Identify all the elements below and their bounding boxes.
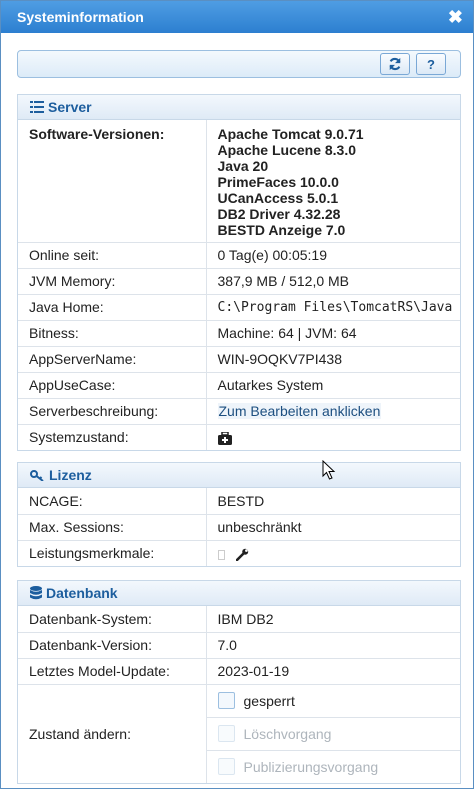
db-system-value: IBM DB2 [217, 610, 274, 627]
software-version: UCanAccess 5.0.1 [217, 190, 339, 206]
max-sessions-value: unbeschränkt [206, 513, 460, 540]
table-row: Bitness: Machine: 64 | JVM: 64 [18, 319, 460, 346]
table-row: Serverbeschreibung: Zum Bearbeiten ankli… [18, 397, 460, 424]
server-description-cell: Zum Bearbeiten anklicken [206, 397, 460, 424]
table-row: Leistungsmerkmale: [18, 539, 460, 566]
license-panel: Lizenz NCAGE: BESTD Max. Sessions: unbes… [17, 462, 461, 567]
database-panel: Datenbank Datenbank-System: IBM DB2 Date… [17, 580, 461, 784]
locked-checkbox[interactable] [217, 692, 235, 709]
features-label: Leistungsmerkmale: [18, 539, 207, 566]
software-version: Java 20 [217, 158, 269, 174]
deletion-checkbox [217, 725, 235, 742]
server-description-edit[interactable]: Zum Bearbeiten anklicken [217, 403, 382, 419]
online-since-label: Online seit: [18, 241, 207, 268]
table-row: Online seit: 0 Tag(e) 00:05:19 [18, 241, 460, 268]
online-since-value: 0 Tag(e) 00:05:19 [206, 241, 460, 268]
app-use-case-value: Autarkes System [206, 371, 460, 398]
medkit-icon[interactable] [217, 431, 232, 446]
server-panel: Server Software-Versionen: Apache Tomcat… [17, 94, 461, 451]
publishing-checkbox-label: Publizierungsvorgang [243, 758, 379, 775]
table-row: Systemzustand: [18, 423, 460, 450]
license-panel-title: Lizenz [49, 467, 92, 483]
table-row: JVM Memory: 387,9 MB / 512,0 MB [18, 267, 460, 294]
refresh-icon [389, 57, 401, 71]
db-system-label: Datenbank-System: [18, 606, 207, 632]
table-row: Zustand ändern: gesperrt Löschvorgang Pu… [18, 683, 461, 783]
mouse-cursor-icon [322, 460, 336, 480]
server-table: Software-Versionen: Apache Tomcat 9.0.71… [18, 120, 460, 450]
software-versions-list: Apache Tomcat 9.0.71 Apache Lucene 8.3.0… [206, 120, 460, 242]
checkbox-row-publishing: Publizierungsvorgang [207, 751, 461, 783]
database-table: Datenbank-System: IBM DB2 Datenbank-Vers… [18, 606, 460, 783]
software-versions-label: Software-Versionen: [18, 120, 207, 242]
jvm-memory-value: 387,9 MB / 512,0 MB [206, 267, 460, 294]
table-row: AppUseCase: Autarkes System [18, 371, 460, 398]
app-server-name-label: AppServerName: [18, 345, 207, 372]
server-panel-header[interactable]: Server [18, 95, 460, 120]
java-home-value: C:\Program Files\TomcatRS\Java [206, 293, 460, 320]
dialog-titlebar[interactable]: Systeminformation ✖ [1, 1, 473, 33]
toolbar: ? [17, 50, 461, 78]
bitness-value: Machine: 64 | JVM: 64 [206, 319, 460, 346]
table-row: Software-Versionen: Apache Tomcat 9.0.71… [18, 120, 460, 242]
system-state-cell [206, 423, 460, 450]
key-icon [30, 470, 44, 481]
table-row: Max. Sessions: unbeschränkt [18, 513, 460, 540]
table-row: NCAGE: BESTD [18, 488, 460, 514]
db-version-label: Datenbank-Version: [18, 631, 207, 658]
software-version: Apache Tomcat 9.0.71 [217, 126, 364, 142]
dialog-title: Systeminformation [17, 9, 144, 25]
table-row: Datenbank-System: IBM DB2 [18, 606, 460, 632]
bitness-label: Bitness: [18, 319, 207, 346]
app-use-case-label: AppUseCase: [18, 371, 207, 398]
jvm-memory-label: JVM Memory: [18, 267, 207, 294]
refresh-button[interactable] [380, 53, 410, 75]
system-state-label: Systemzustand: [18, 423, 207, 450]
ncage-label: NCAGE: [18, 488, 207, 514]
change-state-label: Zustand ändern: [18, 683, 207, 783]
software-version: Apache Lucene 8.3.0 [217, 142, 357, 158]
system-info-dialog: Systeminformation ✖ ? Server Software-Ve… [0, 0, 474, 789]
software-version: PrimeFaces 10.0.0 [217, 174, 339, 190]
license-panel-header[interactable]: Lizenz [18, 463, 460, 488]
table-row: Java Home: C:\Program Files\TomcatRS\Jav… [18, 293, 460, 320]
checkbox-row-deletion: Löschvorgang [206, 718, 460, 751]
help-button[interactable]: ? [416, 53, 446, 75]
checkbox-row-locked[interactable]: gesperrt [206, 685, 460, 718]
features-cell [206, 539, 460, 566]
database-panel-title: Datenbank [46, 585, 118, 601]
database-panel-header[interactable]: Datenbank [18, 581, 460, 606]
table-row: Letztes Model-Update: 2023-01-19 [18, 657, 460, 684]
model-update-label: Letztes Model-Update: [18, 657, 207, 684]
db-version-value: 7.0 [206, 631, 460, 658]
server-panel-title: Server [48, 99, 92, 115]
wrench-icon[interactable] [236, 548, 249, 562]
max-sessions-label: Max. Sessions: [18, 513, 207, 540]
model-update-value: 2023-01-19 [206, 657, 460, 684]
feature-placeholder-icon [217, 549, 225, 560]
software-version: DB2 Driver 4.32.28 [217, 206, 341, 222]
database-icon [30, 586, 42, 600]
server-list-icon [30, 101, 44, 113]
server-description-label: Serverbeschreibung: [18, 397, 207, 424]
table-row: AppServerName: WIN-9OQKV7PI438 [18, 345, 460, 372]
change-state-cell: gesperrt Löschvorgang Publizierungsvorga… [206, 683, 461, 783]
table-row: Datenbank-Version: 7.0 [18, 631, 460, 658]
close-icon[interactable]: ✖ [448, 8, 463, 26]
locked-checkbox-label: gesperrt [243, 692, 295, 709]
app-server-name-value: WIN-9OQKV7PI438 [206, 345, 460, 372]
java-home-label: Java Home: [18, 293, 207, 320]
ncage-value: BESTD [217, 492, 265, 509]
software-version: BESTD Anzeige 7.0 [217, 222, 346, 238]
publishing-checkbox [217, 758, 235, 775]
deletion-checkbox-label: Löschvorgang [243, 725, 332, 742]
license-table: NCAGE: BESTD Max. Sessions: unbeschränkt… [18, 488, 460, 566]
